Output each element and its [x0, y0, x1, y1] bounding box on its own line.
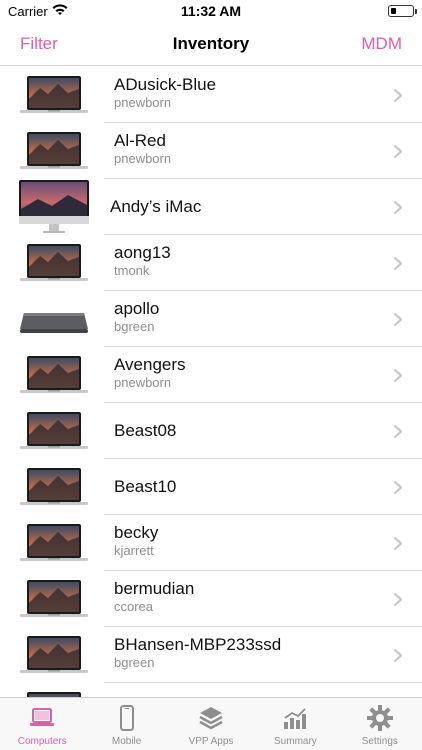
inventory-list[interactable]: ADusick-Blue pnewborn Al-Red pnewborn Andy’s…: [0, 67, 422, 697]
page-title: Inventory: [172, 34, 250, 53]
chevron-right-icon: [394, 89, 402, 102]
macbook-icon: [18, 467, 90, 507]
computer-name: Avengers: [114, 355, 186, 374]
tab-vpp-apps[interactable]: VPP Apps: [169, 698, 253, 750]
assigned-user: ccorea: [114, 599, 154, 614]
chevron-right-icon: [394, 313, 402, 326]
list-item[interactable]: Beast10: [0, 459, 422, 515]
macbook-icon: [18, 579, 90, 619]
computer-name: becky: [114, 523, 159, 542]
computer-name: Beast08: [114, 421, 177, 440]
chevron-right-icon: [394, 537, 402, 550]
layers-icon: [197, 704, 225, 732]
tab-label: VPP Apps: [188, 736, 234, 747]
computer-name: Andy’s iMac: [110, 197, 202, 216]
macbook-icon: [18, 411, 90, 451]
bar-chart-icon: [281, 704, 309, 732]
computer-info: aong13 tmonk: [114, 243, 382, 279]
tab-computers[interactable]: Computers: [0, 698, 84, 750]
assigned-user: pnewborn: [114, 375, 172, 390]
tab-settings[interactable]: Settings: [338, 698, 422, 750]
list-item[interactable]: BHansen-MBP233ssd bgreen: [0, 627, 422, 683]
computer-name: bermudian: [114, 579, 195, 598]
laptop-icon: [28, 704, 56, 732]
assigned-user: pnewborn: [114, 95, 172, 110]
chevron-right-icon: [394, 369, 402, 382]
assigned-user: kjarrett: [114, 543, 154, 558]
computer-info: becky kjarrett: [114, 523, 382, 559]
chevron-right-icon: [394, 201, 402, 214]
computer-info: Beast08: [114, 421, 382, 441]
chevron-right-icon: [394, 425, 402, 438]
macbook-icon: [18, 355, 90, 395]
computer-info: Al-Red pnewborn: [114, 131, 382, 167]
tab-label: Summary: [274, 736, 317, 747]
list-item[interactable]: ADusick-Blue pnewborn: [0, 67, 422, 123]
assigned-user: pnewborn: [114, 151, 172, 166]
chevron-right-icon: [394, 145, 402, 158]
list-item[interactable]: aong13 tmonk: [0, 235, 422, 291]
assigned-user: bgreen: [114, 319, 155, 334]
chevron-right-icon: [394, 593, 402, 606]
status-bar: Carrier 11:32 AM: [0, 0, 422, 22]
computer-info: Andy’s iMac: [110, 197, 382, 217]
battery-icon: [388, 5, 417, 17]
list-item[interactable]: apollo bgreen: [0, 291, 422, 347]
list-item[interactable]: becky kjarrett: [0, 515, 422, 571]
tab-label: Computers: [17, 736, 67, 747]
computer-name: Al-Red: [114, 131, 166, 150]
mac-mini-icon: [18, 299, 90, 339]
mdm-button[interactable]: MDM: [361, 34, 402, 54]
macbook-icon: [18, 131, 90, 171]
computer-info: Avengers pnewborn: [114, 355, 382, 391]
computer-info: ADusick-Blue pnewborn: [114, 75, 382, 111]
list-item[interactable]: Avengers pnewborn: [0, 347, 422, 403]
tab-label: Mobile: [111, 736, 142, 747]
assigned-user: bgreen: [114, 655, 155, 670]
macbook-icon: [18, 523, 90, 563]
chevron-right-icon: [394, 649, 402, 662]
tab-bar: Computers Mobile VPP Apps Summary Settings: [0, 697, 422, 750]
tab-label: Settings: [361, 736, 398, 747]
tab-mobile[interactable]: Mobile: [84, 698, 168, 750]
assigned-user: tmonk: [114, 263, 150, 278]
list-item[interactable]: [0, 683, 422, 697]
imac-icon: [18, 179, 90, 235]
macbook-icon: [18, 75, 90, 115]
clock: 11:32 AM: [180, 3, 242, 19]
chevron-right-icon: [394, 481, 402, 494]
computer-name: ADusick-Blue: [114, 75, 217, 94]
list-item[interactable]: Al-Red pnewborn: [0, 123, 422, 179]
list-item[interactable]: bermudian ccorea: [0, 571, 422, 627]
list-item[interactable]: Beast08: [0, 403, 422, 459]
computer-info: bermudian ccorea: [114, 579, 382, 615]
computer-name: aong13: [114, 243, 171, 262]
navigation-bar: Filter Inventory MDM: [0, 22, 422, 66]
phone-icon: [113, 704, 141, 732]
gear-icon: [366, 704, 394, 732]
computer-info: Beast10: [114, 477, 382, 497]
computer-name: Beast10: [114, 477, 177, 496]
computer-name: BHansen-MBP233ssd: [114, 635, 282, 654]
computer-name: apollo: [114, 299, 160, 318]
macbook-icon: [18, 243, 90, 283]
list-item[interactable]: Andy’s iMac: [0, 179, 422, 235]
computer-info: BHansen-MBP233ssd bgreen: [114, 635, 382, 671]
macbook-icon: [18, 635, 90, 675]
computer-info: apollo bgreen: [114, 299, 382, 335]
chevron-right-icon: [394, 257, 402, 270]
tab-summary[interactable]: Summary: [253, 698, 337, 750]
